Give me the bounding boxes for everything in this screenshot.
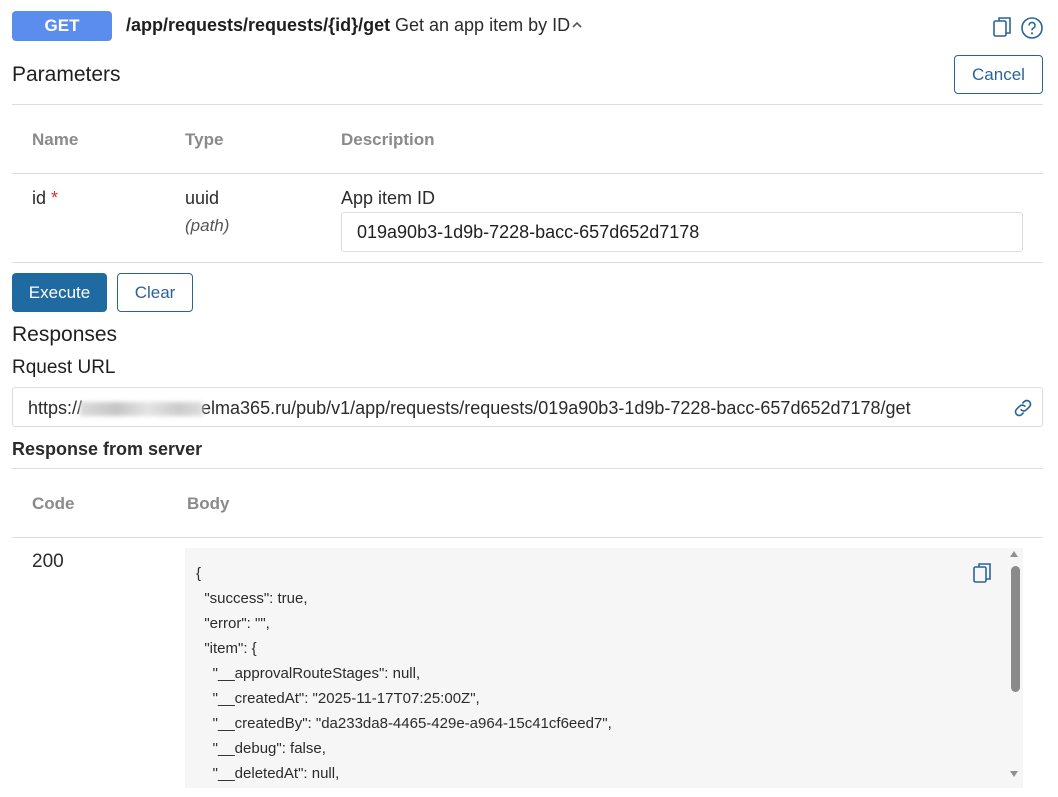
response-from-server-title: Response from server xyxy=(12,439,203,459)
parameters-title: Parameters xyxy=(12,63,121,86)
json-line: "__deletedAt": null, xyxy=(196,765,340,782)
json-line: "__createdAt": "2025-11-17T07:25:00Z", xyxy=(196,690,480,707)
copy-icon[interactable] xyxy=(992,15,1014,39)
endpoint-path: /app/requests/requests/{id}/get xyxy=(126,15,391,35)
responses-title: Responses xyxy=(12,323,118,346)
divider xyxy=(12,537,1043,538)
scrollbar-thumb[interactable] xyxy=(1011,566,1020,692)
json-line: "__createdBy": "da233da8-4465-429e-a964-… xyxy=(196,715,612,732)
json-line: "item": { xyxy=(196,640,257,657)
column-header-code: Code xyxy=(32,494,75,513)
param-type: uuid xyxy=(185,188,220,208)
help-icon[interactable] xyxy=(1020,16,1044,40)
scroll-down-arrow[interactable] xyxy=(1010,771,1018,777)
divider xyxy=(12,173,1043,174)
request-url-suffix: elma365.ru/pub/v1/app/requests/requests/… xyxy=(201,398,911,418)
clear-button[interactable]: Clear xyxy=(117,273,193,312)
json-line: "__debug": false, xyxy=(196,740,326,757)
param-location: (path) xyxy=(185,216,230,235)
column-header-type: Type xyxy=(185,130,224,149)
redacted-host xyxy=(80,402,204,417)
chevron-up-icon[interactable] xyxy=(569,17,585,33)
response-body[interactable]: { "success": true, "error": "", "item": … xyxy=(185,548,1023,788)
divider xyxy=(12,262,1043,263)
cancel-button[interactable]: Cancel xyxy=(954,55,1043,94)
id-input[interactable] xyxy=(341,212,1023,252)
request-url-text[interactable]: https:// elma365.ru/pub/v1/app/requests/r… xyxy=(28,398,911,419)
column-header-description: Description xyxy=(341,130,435,149)
param-name: id * xyxy=(32,188,58,209)
execute-button[interactable]: Execute xyxy=(12,273,107,312)
response-body-text: { "success": true, "error": "", "item": … xyxy=(196,561,612,786)
param-name-label: id xyxy=(32,188,47,208)
json-line: "__approvalRouteStages": null, xyxy=(196,665,421,682)
link-icon[interactable] xyxy=(1012,397,1034,419)
column-header-name: Name xyxy=(32,130,79,149)
endpoint-summary: Get an app item by ID xyxy=(395,15,571,35)
copy-icon[interactable] xyxy=(972,561,994,585)
required-mark: * xyxy=(51,188,59,208)
divider xyxy=(12,104,1043,105)
json-line: "error": "", xyxy=(196,615,270,632)
json-line: "success": true, xyxy=(196,590,308,607)
divider xyxy=(12,468,1043,469)
column-header-body: Body xyxy=(187,494,230,513)
request-url-title: Rquest URL xyxy=(12,357,116,378)
request-url-prefix: https:// xyxy=(28,398,83,418)
param-description: App item ID xyxy=(341,188,436,208)
json-line: { xyxy=(196,565,202,582)
response-code: 200 xyxy=(32,551,64,572)
http-method-badge: GET xyxy=(12,11,112,41)
scroll-up-arrow[interactable] xyxy=(1010,551,1018,557)
